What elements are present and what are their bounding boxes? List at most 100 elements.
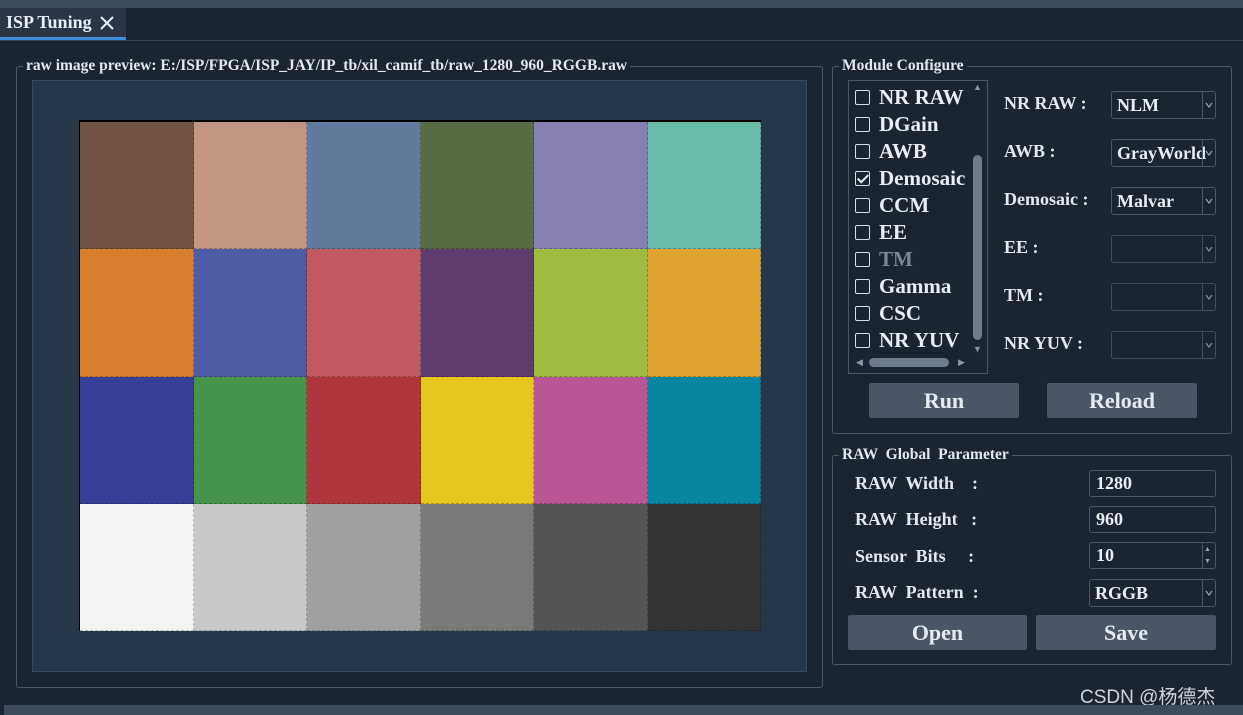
module-checkbox[interactable] — [855, 332, 870, 348]
module-checkbox[interactable] — [855, 197, 870, 213]
color-patch — [193, 503, 307, 631]
module-list-scroll-thumb[interactable] — [973, 155, 982, 340]
module-param-value: NLM — [1117, 95, 1159, 115]
chevron-down-icon[interactable] — [1202, 140, 1215, 166]
module-item[interactable]: CSC — [855, 301, 921, 325]
raw-pattern-select[interactable]: RGGB — [1089, 579, 1216, 607]
scroll-left-icon[interactable]: ◀ — [856, 357, 863, 368]
sensor-bits-spinbox[interactable]: ▲ ▼ — [1089, 542, 1216, 569]
module-label: TM — [879, 246, 913, 271]
module-checkbox[interactable] — [855, 143, 870, 159]
module-param-select[interactable]: GrayWorld — [1111, 139, 1216, 167]
module-item[interactable]: AWB — [855, 139, 927, 163]
color-patch — [80, 503, 194, 631]
chevron-down-icon[interactable] — [1202, 236, 1215, 262]
module-param-label: EE : — [1004, 237, 1039, 257]
module-param-select[interactable]: NLM — [1111, 91, 1216, 119]
module-label: Demosaic — [879, 165, 966, 190]
module-checkbox[interactable] — [855, 89, 870, 105]
color-patch — [534, 122, 648, 250]
bottom-bar — [4, 705, 1243, 715]
module-param-label: TM : — [1004, 285, 1044, 305]
color-patch — [420, 503, 534, 631]
raw-height-label: RAW Height : — [855, 509, 978, 529]
spin-up-icon[interactable]: ▲ — [1204, 545, 1211, 553]
raw-height-input[interactable] — [1090, 507, 1215, 532]
save-button[interactable]: Save — [1036, 615, 1216, 650]
module-param-label: AWB : — [1004, 141, 1056, 161]
color-patch — [534, 503, 648, 631]
color-patch — [193, 376, 307, 504]
raw-width-input[interactable] — [1090, 471, 1215, 496]
module-param-select[interactable] — [1111, 331, 1216, 359]
chevron-down-icon[interactable] — [1202, 580, 1215, 606]
module-param-select[interactable]: Malvar — [1111, 187, 1216, 215]
raw-width-label: RAW Width : — [855, 473, 979, 493]
module-item[interactable]: CCM — [855, 193, 929, 217]
raw-pattern-value: RGGB — [1095, 583, 1149, 603]
raw-width-field[interactable] — [1089, 470, 1216, 497]
module-item[interactable]: NR YUV — [855, 328, 959, 352]
module-param-select[interactable] — [1111, 235, 1216, 263]
module-item[interactable]: Demosaic — [855, 166, 965, 190]
open-button[interactable]: Open — [848, 615, 1027, 650]
run-button[interactable]: Run — [869, 383, 1019, 418]
module-item[interactable]: DGain — [855, 112, 939, 136]
scroll-down-icon[interactable]: ▼ — [973, 344, 982, 354]
color-patch — [80, 376, 194, 504]
chevron-down-icon[interactable] — [1202, 188, 1215, 214]
chevron-down-icon[interactable] — [1202, 284, 1215, 310]
module-list[interactable]: NR RAW DGain AWB Demosaic CCM EE TM Gamma CSC NR … — [848, 80, 988, 374]
module-checkbox[interactable] — [855, 278, 870, 294]
tab-label: ISP Tuning — [6, 12, 92, 32]
module-label: CCM — [879, 192, 930, 217]
color-patch — [420, 122, 534, 250]
color-patch — [420, 376, 534, 504]
tab-isp-tuning[interactable]: ISP Tuning — [0, 8, 126, 40]
raw-image-preview — [79, 120, 761, 631]
module-label: Gamma — [879, 273, 952, 298]
spin-down-icon[interactable]: ▼ — [1204, 557, 1211, 565]
module-item[interactable]: NR RAW — [855, 85, 964, 109]
color-patch — [307, 503, 421, 631]
sensor-bits-stepper[interactable]: ▲ ▼ — [1202, 543, 1215, 568]
module-label: DGain — [879, 111, 939, 136]
color-patch — [647, 376, 761, 504]
module-param-value: Malvar — [1117, 191, 1174, 211]
scroll-up-icon[interactable]: ▲ — [973, 82, 982, 92]
reload-button[interactable]: Reload — [1047, 383, 1197, 418]
module-checkbox[interactable] — [855, 116, 870, 132]
close-icon[interactable] — [98, 14, 116, 32]
color-patch — [307, 376, 421, 504]
color-patch — [647, 122, 761, 250]
module-list-hscroll-thumb[interactable] — [869, 358, 949, 367]
module-configure-title: Module Configure — [839, 57, 967, 75]
module-checkbox[interactable] — [855, 224, 870, 240]
sensor-bits-label: Sensor Bits : — [855, 546, 975, 566]
module-item[interactable]: TM — [855, 247, 913, 271]
module-checkbox[interactable] — [855, 251, 870, 267]
raw-height-field[interactable] — [1089, 506, 1216, 533]
module-checkbox[interactable] — [855, 305, 870, 321]
color-patch — [193, 249, 307, 377]
color-patch — [307, 249, 421, 377]
module-item[interactable]: Gamma — [855, 274, 951, 298]
module-param-label: NR RAW : — [1004, 93, 1087, 113]
module-item[interactable]: EE — [855, 220, 907, 244]
raw-pattern-label: RAW Pattern : — [855, 582, 979, 602]
color-patch — [534, 249, 648, 377]
module-param-select[interactable] — [1111, 283, 1216, 311]
scroll-right-icon[interactable]: ▶ — [958, 357, 965, 368]
module-label: NR RAW — [879, 84, 964, 109]
color-patch — [193, 122, 307, 250]
chevron-down-icon[interactable] — [1202, 92, 1215, 118]
module-param-value: GrayWorld — [1117, 143, 1206, 163]
color-patch — [647, 503, 761, 631]
color-patch — [420, 249, 534, 377]
color-patch — [647, 249, 761, 377]
chevron-down-icon[interactable] — [1202, 332, 1215, 358]
sensor-bits-input[interactable] — [1090, 543, 1215, 568]
module-checkbox[interactable] — [855, 170, 870, 186]
window-top-strip — [0, 0, 1243, 8]
module-label: EE — [879, 219, 908, 244]
